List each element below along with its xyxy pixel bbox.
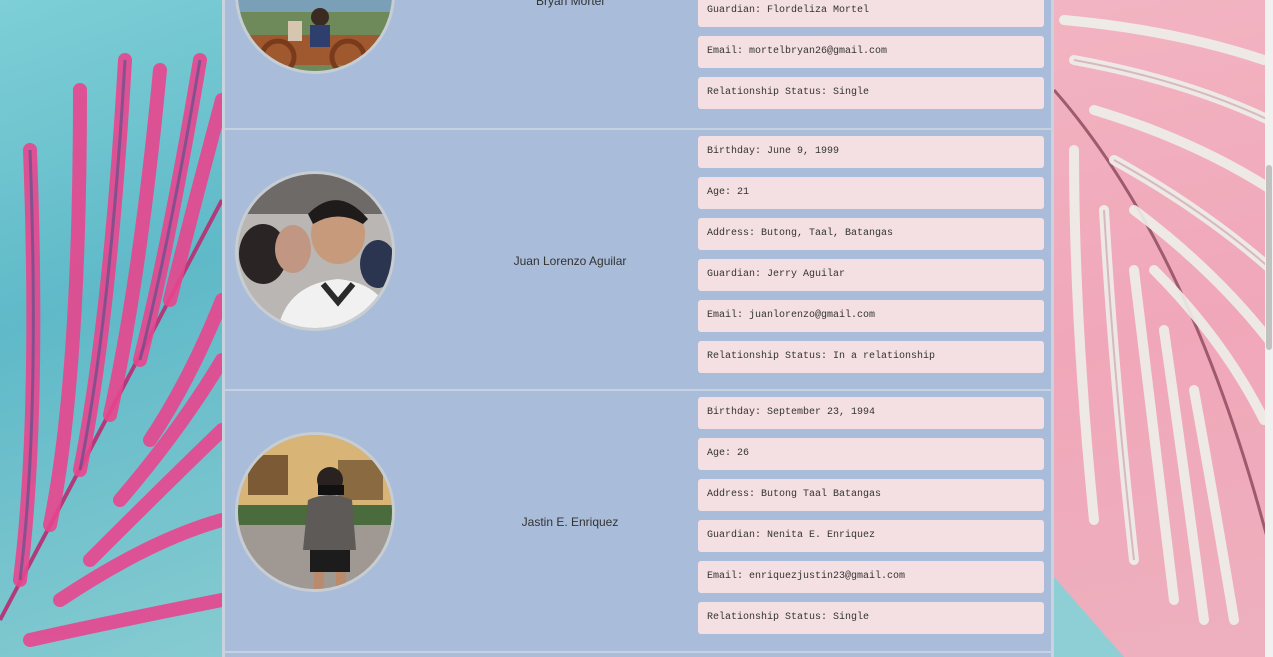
email-field: Email: enriquezjustin23@gmail.com [698, 561, 1044, 593]
guardian-field: Guardian: Nenita E. Enriquez [698, 520, 1044, 552]
profile-row: Juan Lorenzo Aguilar Birthday: June 9, 1… [225, 130, 1051, 391]
address-field: Address: Butong Taal Batangas [698, 479, 1044, 511]
profile-photo [238, 174, 392, 328]
avatar [235, 0, 395, 74]
profile-photo [238, 435, 392, 589]
avatar [235, 432, 395, 592]
relationship-status-field: Relationship Status: In a relationship [698, 341, 1044, 373]
profiles-list: Bryan Mortel Guardian: Flordeliza Mortel… [222, 0, 1054, 657]
profile-fields: Birthday: September 23, 1994 Age: 26 Add… [698, 397, 1044, 643]
palm-leaf-left-icon [0, 53, 222, 647]
left-palm-background [0, 0, 222, 657]
profile-photo [238, 0, 392, 71]
birthday-field: Birthday: June 9, 1999 [698, 136, 1044, 168]
scrollbar-thumb[interactable] [1266, 165, 1272, 350]
profile-fields: Guardian: Flordeliza Mortel Email: morte… [698, 0, 1044, 118]
profile-name: Jastin E. Enriquez [521, 515, 619, 529]
profile-row: Bryan Mortel Guardian: Flordeliza Mortel… [225, 0, 1051, 130]
email-field: Email: juanlorenzo@gmail.com [698, 300, 1044, 332]
age-field: Age: 26 [698, 438, 1044, 470]
profile-name: Bryan Mortel [535, 0, 605, 8]
address-field: Address: Butong, Taal, Batangas [698, 218, 1044, 250]
relationship-status-field: Relationship Status: Single [698, 602, 1044, 634]
profile-name: Juan Lorenzo Aguilar [513, 254, 627, 268]
profile-fields: Birthday: June 9, 1999 Age: 21 Address: … [698, 136, 1044, 382]
right-palm-background [1054, 0, 1273, 657]
guardian-field: Guardian: Flordeliza Mortel [698, 0, 1044, 27]
profile-row: Jastin E. Enriquez Birthday: September 2… [225, 391, 1051, 653]
palm-leaf-right-icon [1054, 15, 1273, 625]
birthday-field: Birthday: September 23, 1994 [698, 397, 1044, 429]
guardian-field: Guardian: Jerry Aguilar [698, 259, 1044, 291]
email-field: Email: mortelbryan26@gmail.com [698, 36, 1044, 68]
relationship-status-field: Relationship Status: Single [698, 77, 1044, 109]
avatar [235, 171, 395, 331]
age-field: Age: 21 [698, 177, 1044, 209]
